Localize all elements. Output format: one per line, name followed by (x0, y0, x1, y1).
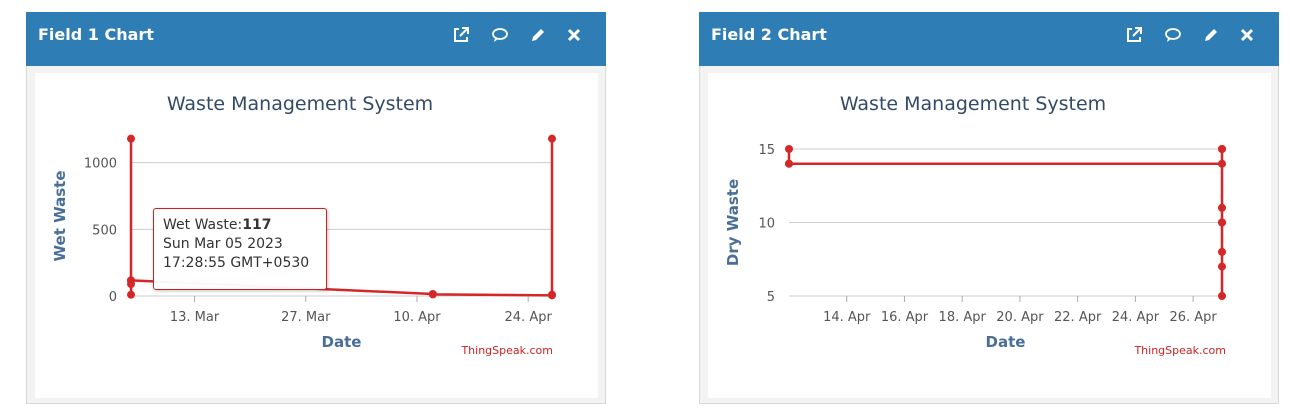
x-tick-label: 24. Apr (1112, 310, 1160, 325)
dry-waste-chart: Waste Management System 5 10 15 14. Apr 16. A… (724, 93, 1226, 357)
y-tick-label: 1000 (84, 157, 117, 172)
y-axis-title: Dry Waste (724, 179, 742, 266)
data-point (548, 290, 556, 299)
x-tick-label: 14. Apr (823, 310, 871, 325)
chart-title: Waste Management System (167, 93, 433, 115)
data-point (1218, 292, 1226, 300)
x-tick-label: 16. Apr (881, 310, 929, 325)
data-point (785, 145, 793, 153)
widget-header: Field 1 Chart (26, 12, 606, 66)
chart-tooltip: Wet Waste:117 Sun Mar 05 2023 17:28:55 G… (153, 208, 327, 290)
tooltip-value: 117 (242, 217, 272, 233)
widget-header: Field 2 Chart (699, 12, 1279, 66)
credit-label: ThingSpeak.com (460, 344, 553, 357)
data-point (127, 134, 135, 143)
x-tick-label: 26. Apr (1169, 310, 1217, 325)
credit-label: ThingSpeak.com (1133, 344, 1226, 357)
comment-icon[interactable] (491, 26, 511, 46)
chart-area: Waste Management System 0 500 1000 13. Mar 27… (35, 73, 598, 398)
x-tick-label: 27. Mar (281, 310, 331, 325)
data-point (127, 290, 135, 299)
x-tick-label: 13. Mar (170, 310, 220, 325)
tooltip-time: 17:28:55 GMT+0530 (163, 255, 310, 271)
data-point (127, 276, 135, 285)
pencil-icon[interactable] (1202, 26, 1222, 46)
x-tick-label: 24. Apr (505, 310, 553, 325)
close-icon[interactable] (565, 26, 585, 46)
data-point (428, 290, 437, 299)
data-point (548, 134, 556, 143)
x-axis-title: Date (322, 333, 362, 351)
comment-icon[interactable] (1164, 26, 1184, 46)
data-point (785, 159, 793, 168)
y-tick-label: 10 (758, 217, 775, 232)
data-point (1218, 262, 1226, 271)
x-axis-title: Date (986, 333, 1026, 351)
y-axis-title: Wet Waste (51, 171, 69, 262)
y-tick-label: 5 (767, 290, 775, 305)
data-point (1218, 159, 1226, 168)
x-tick-label: 18. Apr (939, 310, 987, 325)
pencil-icon[interactable] (529, 26, 549, 46)
y-tick-label: 15 (758, 143, 775, 158)
x-tick-label: 10. Apr (393, 310, 441, 325)
field-1-chart-widget: Field 1 Chart Waste Management System 0 50… (26, 12, 606, 404)
x-tick-label: 22. Apr (1054, 310, 1102, 325)
data-point (1218, 203, 1226, 212)
data-point (1218, 218, 1226, 227)
close-icon[interactable] (1238, 26, 1258, 46)
widget-title: Field 1 Chart (38, 25, 154, 44)
y-tick-label: 0 (109, 290, 117, 305)
external-link-icon[interactable] (452, 26, 472, 46)
chart-title: Waste Management System (840, 93, 1106, 115)
tooltip-date: Sun Mar 05 2023 (163, 236, 283, 252)
tooltip-series-label: Wet Waste: (163, 217, 243, 233)
field-2-chart-widget: Field 2 Chart Waste Management System 5 10… (699, 12, 1279, 404)
chart-area: Waste Management System 5 10 15 14. Apr 16. A… (708, 73, 1271, 398)
external-link-icon[interactable] (1125, 26, 1145, 46)
data-point (1218, 145, 1226, 153)
widget-title: Field 2 Chart (711, 25, 827, 44)
data-point (1218, 247, 1226, 256)
y-tick-label: 500 (92, 223, 117, 238)
x-tick-label: 20. Apr (996, 310, 1044, 325)
